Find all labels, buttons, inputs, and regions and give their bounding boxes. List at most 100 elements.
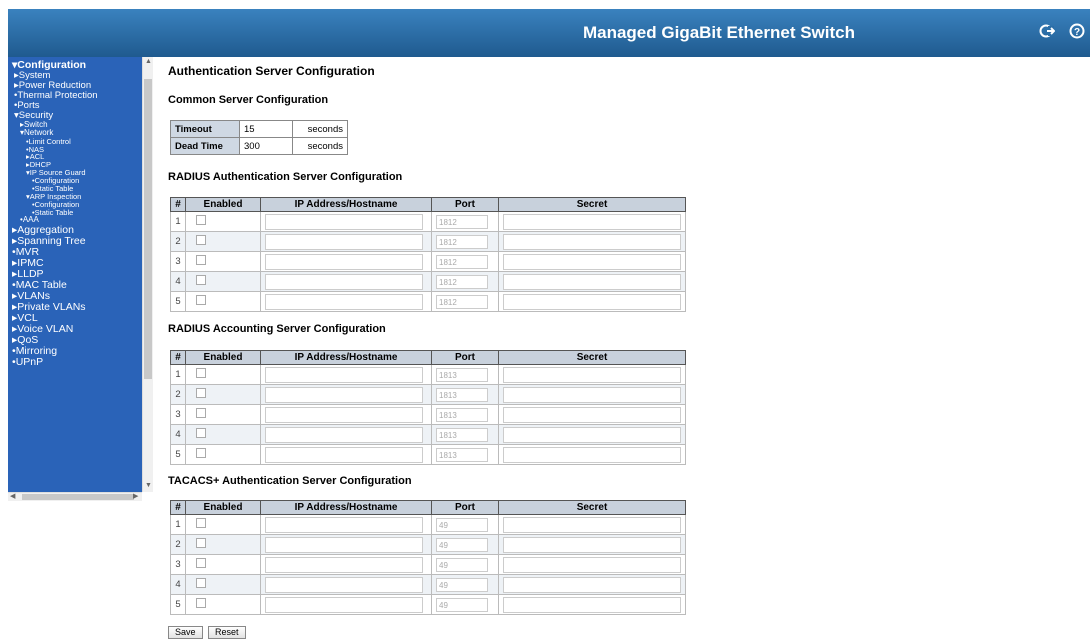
row-number: 4 bbox=[170, 574, 186, 595]
enabled-cell bbox=[185, 404, 261, 425]
ip-address-input[interactable] bbox=[265, 233, 423, 250]
secret-input[interactable] bbox=[503, 366, 681, 383]
port-input[interactable]: 1813 bbox=[436, 427, 488, 442]
port-input[interactable]: 1813 bbox=[436, 387, 488, 402]
reset-button[interactable]: Reset bbox=[208, 626, 246, 639]
sidebar-vertical-scrollbar[interactable]: ▲ ▼ bbox=[142, 57, 153, 492]
sidebar-horizontal-scrollbar[interactable]: ◀ ▶ bbox=[8, 492, 142, 501]
scroll-up-arrow-icon[interactable]: ▲ bbox=[145, 58, 152, 66]
enabled-checkbox[interactable] bbox=[196, 235, 206, 245]
enabled-cell bbox=[185, 444, 261, 465]
page-header-title: Managed GigaBit Ethernet Switch bbox=[582, 23, 856, 42]
enabled-checkbox[interactable] bbox=[196, 275, 206, 285]
enabled-checkbox[interactable] bbox=[196, 518, 206, 528]
secret-input[interactable] bbox=[503, 596, 681, 613]
ip-address-input[interactable] bbox=[265, 273, 423, 290]
ip-address-input[interactable] bbox=[265, 556, 423, 573]
enabled-checkbox[interactable] bbox=[196, 538, 206, 548]
sidebar-item[interactable]: •UPnP bbox=[8, 356, 142, 368]
secret-input[interactable] bbox=[503, 386, 681, 403]
port-input[interactable]: 49 bbox=[436, 557, 488, 572]
scroll-left-arrow-icon[interactable]: ◀ bbox=[10, 493, 15, 501]
secret-input[interactable] bbox=[503, 253, 681, 270]
scroll-down-arrow-icon[interactable]: ▼ bbox=[145, 482, 152, 490]
port-input[interactable]: 49 bbox=[436, 577, 488, 592]
ip-address-input[interactable] bbox=[265, 406, 423, 423]
logout-icon[interactable] bbox=[1038, 23, 1056, 41]
navigation-menu: ▾Configuration ▸System ▸Power Reduction •Th… bbox=[8, 57, 142, 368]
sidebar-item[interactable]: •Configuration bbox=[8, 200, 142, 209]
dead-time-field[interactable]: 300 bbox=[239, 137, 293, 155]
secret-input[interactable] bbox=[503, 406, 681, 423]
row-number: 4 bbox=[170, 271, 186, 292]
port-input[interactable]: 49 bbox=[436, 537, 488, 552]
ip-address-input[interactable] bbox=[265, 293, 423, 310]
port-cell: 49 bbox=[431, 594, 499, 615]
secret-input[interactable] bbox=[503, 556, 681, 573]
ip-address-input[interactable] bbox=[265, 213, 423, 230]
port-cell: 49 bbox=[431, 574, 499, 595]
ip-cell bbox=[260, 424, 432, 445]
port-cell: 49 bbox=[431, 534, 499, 555]
enabled-checkbox[interactable] bbox=[196, 558, 206, 568]
secret-input[interactable] bbox=[503, 293, 681, 310]
column-header-ip: IP Address/Hostname bbox=[260, 350, 432, 365]
secret-input[interactable] bbox=[503, 536, 681, 553]
enabled-cell bbox=[185, 364, 261, 385]
sidebar-vertical-scroll-thumb[interactable] bbox=[144, 79, 152, 379]
secret-input[interactable] bbox=[503, 446, 681, 463]
port-input[interactable]: 1812 bbox=[436, 254, 488, 269]
secret-input[interactable] bbox=[503, 213, 681, 230]
secret-input[interactable] bbox=[503, 426, 681, 443]
port-input[interactable]: 49 bbox=[436, 597, 488, 612]
enabled-checkbox[interactable] bbox=[196, 295, 206, 305]
port-input[interactable]: 1813 bbox=[436, 367, 488, 382]
port-input[interactable]: 1813 bbox=[436, 447, 488, 462]
ip-address-input[interactable] bbox=[265, 536, 423, 553]
row-number: 3 bbox=[170, 251, 186, 272]
enabled-checkbox[interactable] bbox=[196, 428, 206, 438]
enabled-checkbox[interactable] bbox=[196, 448, 206, 458]
secret-cell bbox=[498, 554, 686, 575]
radius-acct-table: # Enabled IP Address/Hostname Port Secret 1 18… bbox=[170, 350, 686, 465]
port-cell: 1813 bbox=[431, 424, 499, 445]
ip-address-input[interactable] bbox=[265, 386, 423, 403]
enabled-checkbox[interactable] bbox=[196, 408, 206, 418]
port-input[interactable]: 1812 bbox=[436, 294, 488, 309]
port-input[interactable]: 1813 bbox=[436, 407, 488, 422]
timeout-field[interactable]: 15 bbox=[239, 120, 293, 138]
ip-address-input[interactable] bbox=[265, 426, 423, 443]
port-input[interactable]: 49 bbox=[436, 517, 488, 532]
enabled-checkbox[interactable] bbox=[196, 578, 206, 588]
enabled-checkbox[interactable] bbox=[196, 255, 206, 265]
ip-address-input[interactable] bbox=[265, 446, 423, 463]
ip-cell bbox=[260, 534, 432, 555]
help-icon[interactable]: ? bbox=[1068, 23, 1086, 41]
port-input[interactable]: 1812 bbox=[436, 274, 488, 289]
secret-input[interactable] bbox=[503, 273, 681, 290]
enabled-checkbox[interactable] bbox=[196, 368, 206, 378]
sidebar-horizontal-scroll-thumb[interactable] bbox=[22, 494, 134, 500]
enabled-checkbox[interactable] bbox=[196, 388, 206, 398]
enabled-checkbox[interactable] bbox=[196, 598, 206, 608]
secret-input[interactable] bbox=[503, 576, 681, 593]
scroll-right-arrow-icon[interactable]: ▶ bbox=[133, 493, 138, 501]
secret-cell bbox=[498, 231, 686, 252]
sidebar-item[interactable]: •Configuration bbox=[8, 177, 142, 185]
save-button[interactable]: Save bbox=[168, 626, 203, 639]
ip-address-input[interactable] bbox=[265, 366, 423, 383]
enabled-cell bbox=[185, 271, 261, 292]
ip-address-input[interactable] bbox=[265, 516, 423, 533]
ip-address-input[interactable] bbox=[265, 253, 423, 270]
port-input[interactable]: 1812 bbox=[436, 214, 488, 229]
ip-address-input[interactable] bbox=[265, 576, 423, 593]
ip-address-input[interactable] bbox=[265, 596, 423, 613]
port-input[interactable]: 1812 bbox=[436, 234, 488, 249]
enabled-cell bbox=[185, 251, 261, 272]
table-row: 1 49 bbox=[170, 514, 686, 535]
enabled-checkbox[interactable] bbox=[196, 215, 206, 225]
secret-cell bbox=[498, 211, 686, 232]
secret-input[interactable] bbox=[503, 516, 681, 533]
secret-cell bbox=[498, 534, 686, 555]
secret-input[interactable] bbox=[503, 233, 681, 250]
